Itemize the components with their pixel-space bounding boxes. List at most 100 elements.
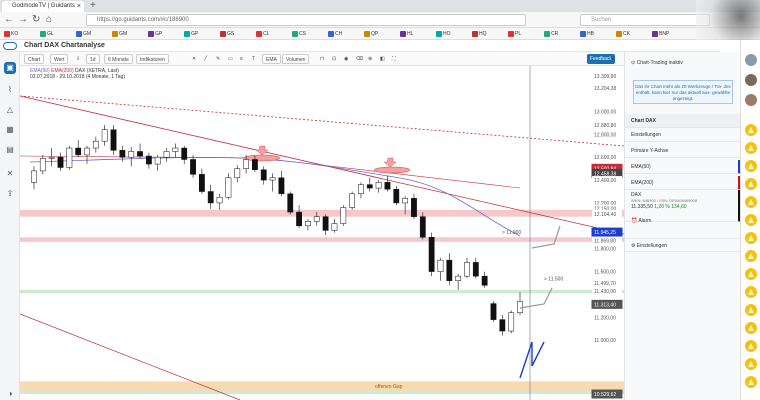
tools-icon[interactable]: ✕ (4, 168, 16, 180)
bookmark-item[interactable]: QP (364, 30, 378, 38)
chart-area[interactable]: 13.309,90 13.204,38 13.000,00 12.880,80 12.8… (20, 66, 624, 400)
notification-bell-icon[interactable] (745, 178, 757, 190)
bookmark-item[interactable]: CH (328, 30, 342, 38)
chart-tool-icon[interactable]: ⌇ (4, 84, 16, 96)
bookmark-item[interactable]: GM (76, 30, 91, 38)
chart-legend: EMA(50) EMA(200) DAX (XETRA, Last) 03.07… (30, 68, 125, 80)
grid-icon[interactable]: ▦ (4, 124, 16, 136)
bookmark-item[interactable]: GL (40, 30, 54, 38)
settings-item[interactable]: Einstellungen (625, 128, 741, 142)
notification-bell-icon[interactable] (745, 304, 757, 316)
bookmark-item[interactable]: PL (508, 30, 521, 38)
notification-bell-icon[interactable] (745, 286, 757, 298)
bookmark-favicon-icon (256, 30, 262, 37)
calendar-icon[interactable]: ▤ (4, 144, 16, 156)
bookmark-item[interactable]: CL (256, 30, 269, 38)
notification-bell-icon[interactable] (745, 160, 757, 172)
alert-icon[interactable]: △ (4, 104, 16, 116)
notification-bell-icon[interactable] (745, 376, 757, 388)
chart-toolbar: Chart Wert ⇩ 1d 6 Monate Indikatoren ✕ ╱… (20, 52, 624, 66)
volume-button[interactable]: Volumen (282, 54, 310, 64)
home-icon[interactable]: ⌂ (46, 14, 52, 26)
bookmark-label: KO (11, 31, 19, 37)
info-icon[interactable]: ◑ (4, 388, 16, 400)
settings-icon[interactable]: ⚙ (610, 54, 614, 64)
ema200-item[interactable]: EMA(200) (625, 176, 741, 190)
bookmark-item[interactable]: GP (184, 30, 198, 38)
notification-bell-icon[interactable] (745, 322, 757, 334)
notification-bell-icon[interactable] (745, 214, 757, 226)
candle-body (331, 223, 338, 231)
avatar[interactable] (745, 94, 757, 106)
notification-bell-icon[interactable] (745, 358, 757, 370)
candle-body (490, 303, 497, 320)
close-tab-icon[interactable]: × (77, 1, 81, 12)
line-tool-icon[interactable]: ╱ (204, 54, 207, 64)
period-button[interactable]: 6 Monate (104, 54, 133, 64)
bookmark-item[interactable]: HB (580, 30, 594, 38)
new-tab-icon[interactable]: + (90, 0, 96, 11)
browser-tab[interactable]: GodmodeTV | Guidants × (2, 1, 84, 12)
price-chart[interactable]: 13.309,90 13.204,38 13.000,00 12.880,80 12.8… (20, 66, 624, 400)
notification-bell-icon[interactable] (745, 124, 757, 136)
bookmark-item[interactable]: BNP (652, 30, 669, 38)
notification-bell-icon[interactable] (745, 232, 757, 244)
bookmark-item[interactable]: CR (544, 30, 558, 38)
share-icon[interactable]: ⇪ (4, 188, 16, 200)
candle-body (419, 216, 426, 238)
fib-tool-icon[interactable]: ≡ (240, 54, 243, 64)
bookmark-item[interactable]: HO (436, 30, 451, 38)
crosshair-icon[interactable]: ✕ (192, 54, 196, 64)
back-icon[interactable]: ← (4, 14, 14, 26)
interval-button[interactable]: 1d (86, 54, 100, 64)
price-axis-label: 11.000,00 (594, 338, 616, 344)
chart-button[interactable]: Chart (24, 54, 45, 64)
cursor-overlay (696, 0, 760, 40)
reload-icon[interactable]: ↻ (32, 14, 40, 26)
url-bar[interactable]: https://go.guidants.com/#c/186900 (86, 14, 526, 26)
zoom-icon[interactable]: ⊕ (368, 54, 372, 64)
forward-icon[interactable]: → (18, 14, 28, 26)
fullscreen-icon[interactable]: ⛶ (392, 54, 396, 64)
settings-item-bottom[interactable]: ⚙ Einstellungen (625, 238, 741, 252)
bookmark-favicon-icon (40, 30, 46, 37)
lock-icon[interactable]: ⊡ (332, 54, 336, 64)
alarm-item[interactable]: ⏰ Alarm (625, 214, 741, 228)
magnet-icon[interactable]: ⊓ (320, 54, 324, 64)
notification-bell-icon[interactable] (745, 250, 757, 262)
bookmark-item[interactable]: HL (400, 30, 413, 38)
bookmark-item[interactable]: HQ (472, 30, 487, 38)
candle-body (278, 177, 285, 195)
bookmark-item[interactable]: GP (148, 30, 162, 38)
draw-tool-icon[interactable]: ✎ (216, 54, 220, 64)
rect-tool-icon[interactable]: ▭ (228, 54, 233, 64)
bookmark-item[interactable]: KO (4, 30, 18, 38)
indicators-button[interactable]: Indikatoren (136, 54, 169, 64)
wert-button[interactable]: Wert (50, 54, 69, 64)
camera-icon[interactable]: ◧ (380, 54, 385, 64)
search-input[interactable]: Suchen (580, 14, 710, 26)
down-arrow-icon (383, 157, 397, 168)
bookmark-label: BNP (659, 31, 670, 37)
bookmark-item[interactable]: CK (616, 30, 630, 38)
avatar[interactable] (745, 54, 757, 66)
notification-bell-icon[interactable] (745, 196, 757, 208)
share-tool-icon[interactable]: ⇩ (76, 54, 80, 64)
delete-icon[interactable]: ⌫ (356, 54, 363, 64)
primary-y-axis-item[interactable]: Primäre Y-Achse (625, 144, 741, 158)
text-tool-icon[interactable]: T (252, 54, 255, 64)
eye-icon[interactable]: ◉ (344, 54, 348, 64)
ema50-item[interactable]: EMA(50) (625, 160, 741, 174)
candle-body (39, 158, 46, 172)
instrument-quote: 11.335,50 (631, 204, 653, 210)
notification-bell-icon[interactable] (745, 142, 757, 154)
notification-bell-icon[interactable] (745, 268, 757, 280)
notification-bell-icon[interactable] (745, 340, 757, 352)
dashboard-icon[interactable]: ▣ (4, 62, 16, 74)
avatar[interactable] (745, 74, 757, 86)
bookmark-item[interactable]: GS (220, 30, 234, 38)
bookmark-item[interactable]: CS (292, 30, 306, 38)
ema-button[interactable]: EMA (262, 54, 281, 64)
bookmark-item[interactable]: GM (112, 30, 127, 38)
chart-trading-status[interactable]: ⊙ Chart-Trading inaktiv (625, 56, 741, 70)
